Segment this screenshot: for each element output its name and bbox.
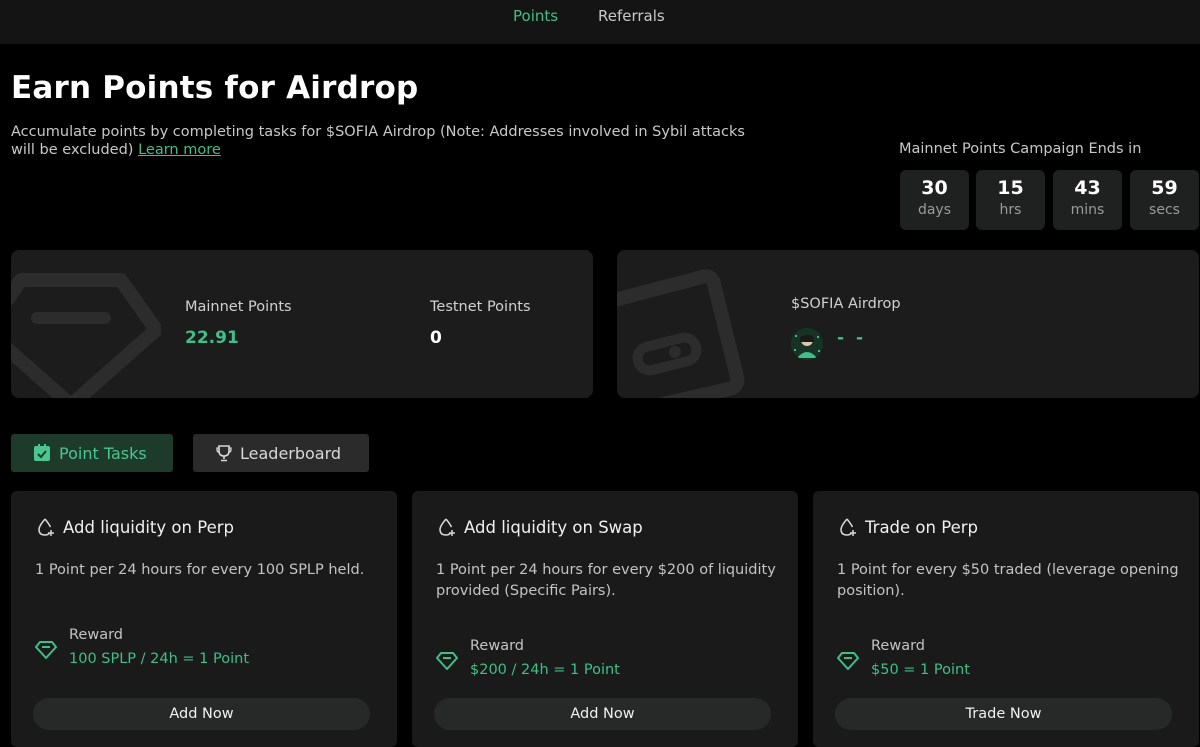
checklist-icon (33, 444, 51, 462)
countdown-unit: mins (1070, 202, 1105, 218)
trophy-icon (216, 444, 232, 462)
reward-label: Reward (871, 638, 925, 654)
leaderboard-label: Leaderboard (240, 443, 342, 463)
droplet-icon (437, 517, 457, 541)
airdrop-panel: $SOFIA Airdrop - - (617, 250, 1199, 398)
testnet-points-label: Testnet Points (430, 299, 531, 315)
gem-icon (837, 652, 859, 674)
point-tasks-tab[interactable]: Point Tasks (11, 434, 173, 472)
description-text: Accumulate points by completing tasks fo… (11, 124, 745, 158)
avatar-icon (791, 328, 823, 360)
point-tasks-label: Point Tasks (59, 443, 147, 463)
countdown-unit: secs (1149, 202, 1180, 218)
top-nav: Points Referrals (0, 0, 1200, 44)
task-title: Add liquidity on Perp (63, 518, 234, 537)
countdown-hours: 15 hrs (976, 170, 1045, 230)
airdrop-label: $SOFIA Airdrop (791, 296, 901, 312)
mainnet-points-value: 22.91 (185, 328, 239, 348)
testnet-points-value: 0 (430, 328, 442, 348)
countdown-value: 15 (997, 177, 1024, 199)
reward-value: $50 = 1 Point (871, 662, 970, 678)
leaderboard-tab[interactable]: Leaderboard (193, 434, 369, 472)
add-now-button[interactable]: Add Now (434, 698, 771, 730)
task-title: Trade on Perp (865, 518, 978, 537)
countdown-value: 30 (921, 177, 948, 199)
droplet-icon (838, 517, 858, 541)
gem-icon (35, 641, 57, 663)
reward-value: $200 / 24h = 1 Point (470, 662, 620, 678)
airdrop-value: - - (837, 328, 867, 348)
droplet-icon (36, 517, 56, 541)
countdown-value: 43 (1074, 177, 1101, 199)
tab-referrals[interactable]: Referrals (598, 7, 665, 25)
gem-icon (11, 273, 161, 398)
mainnet-points-label: Mainnet Points (185, 299, 292, 315)
page-title: Earn Points for Airdrop (11, 70, 419, 106)
task-card: Add liquidity on Perp 1 Point per 24 hou… (11, 491, 397, 747)
countdown-unit: hrs (999, 202, 1022, 218)
trade-now-button[interactable]: Trade Now (835, 698, 1172, 730)
reward-value: 100 SPLP / 24h = 1 Point (69, 651, 250, 667)
task-card: Add liquidity on Swap 1 Point per 24 hou… (412, 491, 798, 747)
learn-more-link[interactable]: Learn more (138, 142, 221, 158)
task-card: Trade on Perp 1 Point for every $50 trad… (813, 491, 1199, 747)
reward-label: Reward (69, 627, 123, 643)
task-description: 1 Point per 24 hours for every 100 SPLP … (35, 562, 365, 578)
task-description: 1 Point per 24 hours for every $200 of l… (436, 562, 776, 599)
countdown-label: Mainnet Points Campaign Ends in (899, 141, 1142, 157)
reward-label: Reward (470, 638, 524, 654)
points-panel: Mainnet Points 22.91 Testnet Points 0 (11, 250, 593, 398)
countdown-seconds: 59 secs (1130, 170, 1199, 230)
countdown-days: 30 days (900, 170, 969, 230)
task-description: 1 Point for every $50 traded (leverage o… (837, 562, 1179, 599)
add-now-button[interactable]: Add Now (33, 698, 370, 730)
task-title: Add liquidity on Swap (464, 518, 643, 537)
tab-points[interactable]: Points (513, 7, 558, 25)
wallet-icon (617, 269, 745, 398)
gem-icon (436, 652, 458, 674)
countdown-minutes: 43 mins (1053, 170, 1122, 230)
countdown-value: 59 (1151, 177, 1178, 199)
page-description: Accumulate points by completing tasks fo… (11, 123, 771, 159)
countdown-unit: days (917, 202, 952, 218)
